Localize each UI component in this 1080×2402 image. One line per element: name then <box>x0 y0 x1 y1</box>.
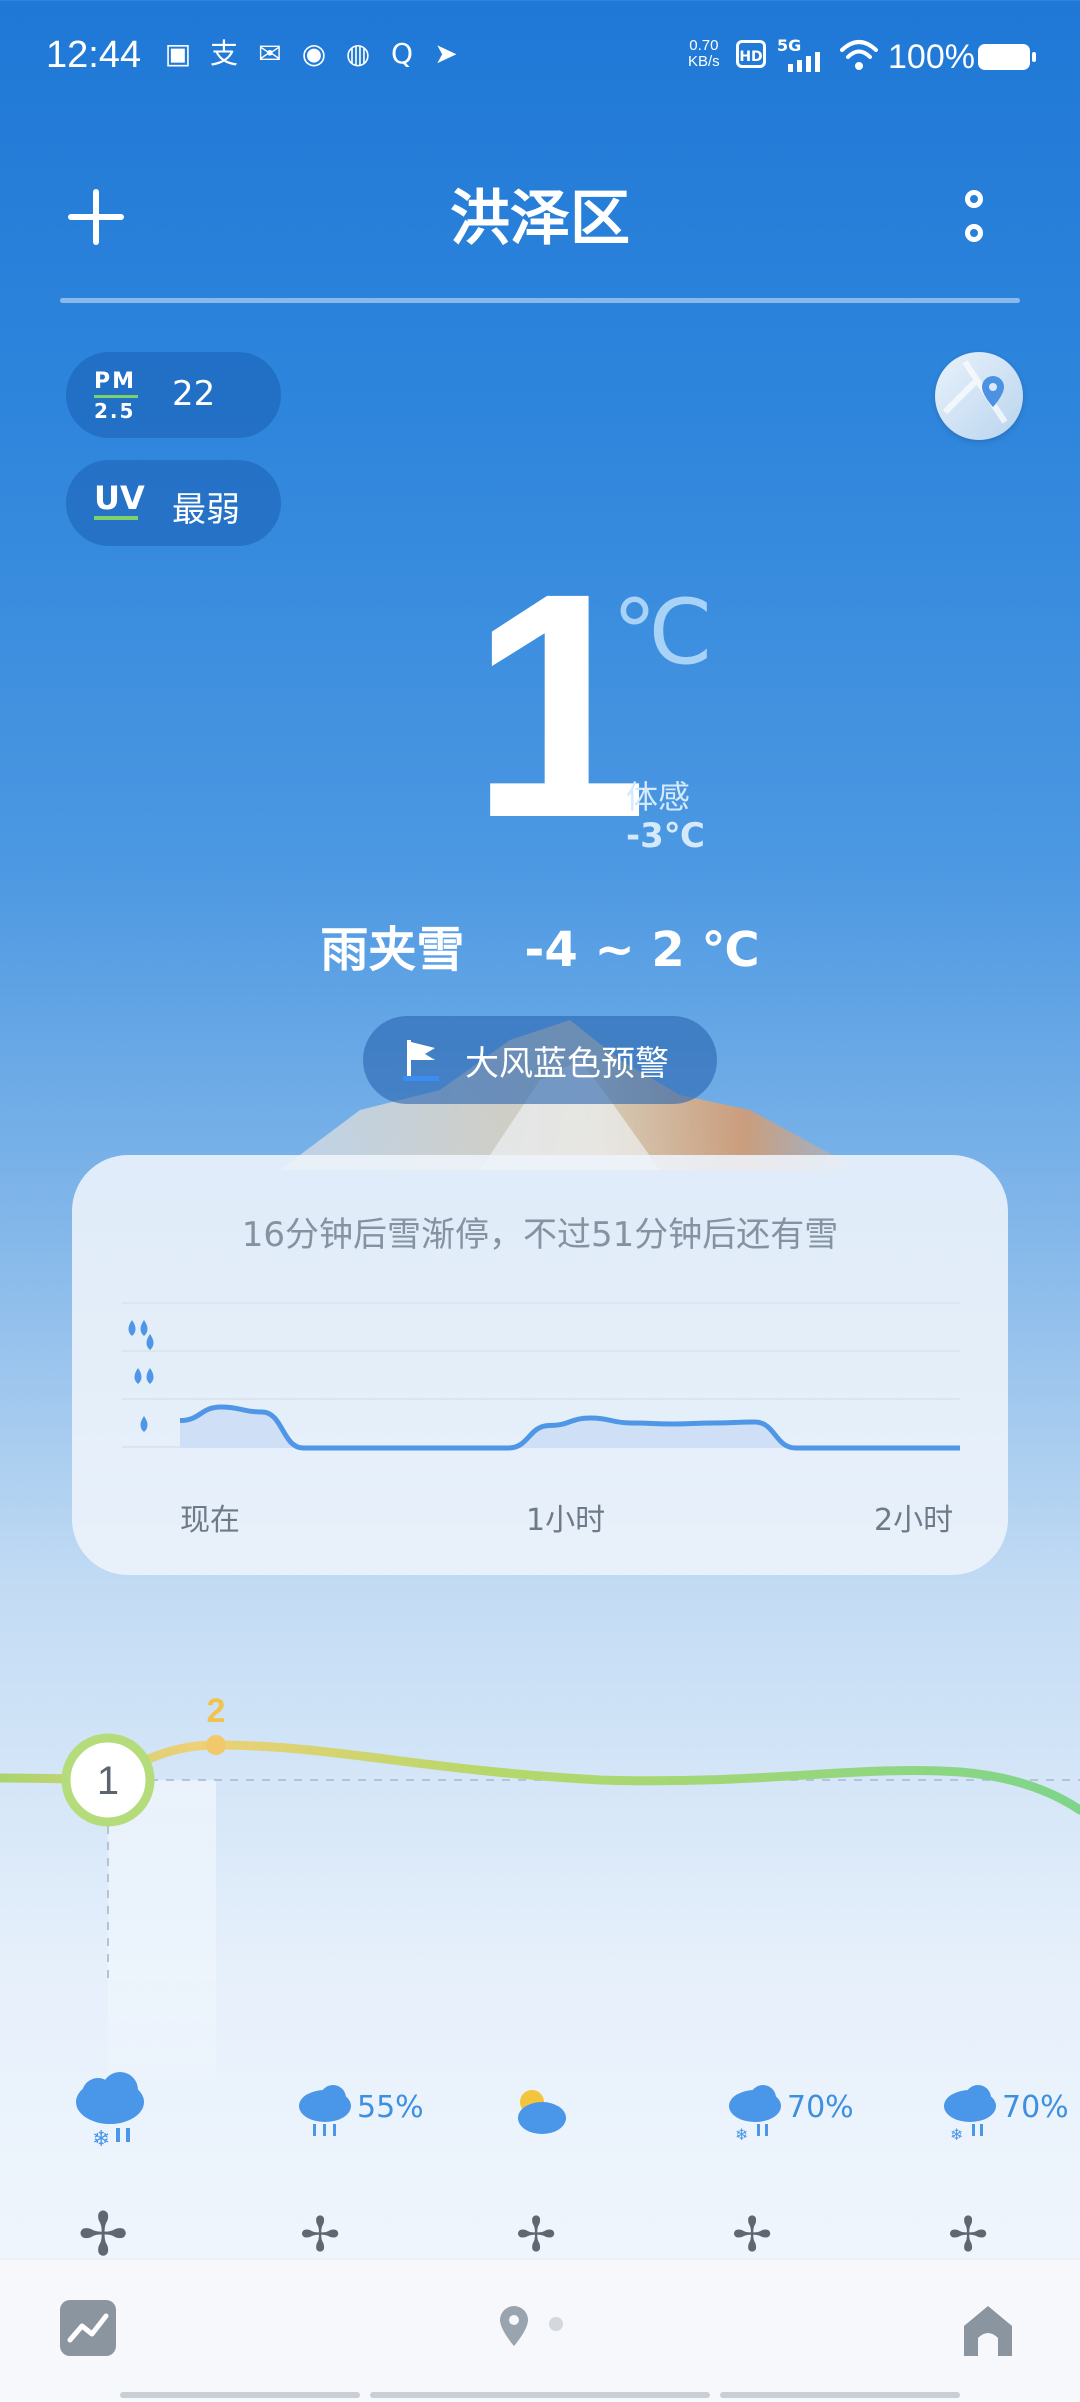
battery-percent: 100% <box>888 38 975 76</box>
header-divider <box>60 298 1020 303</box>
more-menu-button[interactable] <box>950 180 1006 260</box>
home-button[interactable] <box>958 2300 1018 2364</box>
sleet-cloud-icon: ❄ <box>944 2085 996 2142</box>
hour-item-0[interactable]: ❄ <box>70 2070 170 2190</box>
uv-value: 最弱 <box>172 490 240 530</box>
hourly-temp-curve: 2 1 <box>0 1692 1080 2080</box>
qq-icon: Q <box>390 37 414 70</box>
hour-1-precip-pct: 55% <box>357 2090 424 2125</box>
precip-area <box>180 1407 960 1448</box>
high-marker-dot <box>206 1735 226 1755</box>
uv-label-text: UV <box>94 479 145 517</box>
uv-label: UV <box>94 480 145 520</box>
page-indicator[interactable] <box>496 2302 586 2356</box>
pm25-level-bar <box>94 395 138 398</box>
status-bar: 12:44 ▣ 支 ✉ ◉ ◍ Q ➤ 0.70 KB/s HD 5G 100% <box>0 0 1080 110</box>
mail-icon: ✉ <box>258 37 282 70</box>
weibo-icon: ◉ <box>301 37 327 70</box>
svg-text:❄: ❄ <box>92 2127 110 2150</box>
trend-chart-icon <box>67 2313 109 2343</box>
high-marker-label: 2 <box>207 1692 226 1730</box>
precip-heavy-icon <box>128 1320 154 1350</box>
pm25-label: PM 2.5 <box>94 370 138 423</box>
hourly-forecast-row: ❄ 55% ❄ 70% ❄ 70% <box>0 2070 1080 2190</box>
hour-item-1[interactable]: 55% <box>295 2070 455 2190</box>
pm25-label-bottom: 2.5 <box>94 399 136 423</box>
map-pin-icon <box>942 360 1008 424</box>
city-title[interactable]: 洪泽区 <box>240 170 840 257</box>
current-temp-marker-label: 1 <box>97 1759 119 1803</box>
net-speed-unit: KB/s <box>688 53 720 70</box>
add-city-button[interactable] <box>60 180 140 260</box>
svg-text:❄: ❄ <box>950 2125 963 2142</box>
svg-text:❄: ❄ <box>735 2125 748 2142</box>
hd-badge: HD <box>736 40 766 68</box>
precip-axis-2h: 2小时 <box>874 1503 954 1538</box>
uv-chip[interactable]: UV 最弱 <box>66 460 281 546</box>
telegram-icon: ➤ <box>434 37 458 70</box>
precip-axis-1h: 1小时 <box>526 1503 606 1538</box>
net-speed-value: 0.70 <box>689 37 719 54</box>
net-speed: 0.70 KB/s <box>688 38 720 70</box>
more-dot-bottom <box>965 224 983 242</box>
alipay-icon: 支 <box>209 37 238 70</box>
more-dot-top <box>965 190 983 208</box>
temperature-unit: ℃ <box>612 583 714 683</box>
sleet-cloud-icon: ❄ <box>76 2072 144 2152</box>
pm25-chip[interactable]: PM 2.5 22 <box>66 352 281 438</box>
hour-item-2[interactable] <box>510 2070 590 2190</box>
rain-cloud-icon <box>299 2085 351 2136</box>
wifi-icon <box>840 40 878 70</box>
hour-item-3[interactable]: ❄ 70% <box>725 2070 885 2190</box>
clipboard-check-icon: ▣ <box>164 37 192 70</box>
hour-4-precip-pct: 70% <box>1002 2090 1069 2125</box>
warning-flag-icon <box>403 1040 439 1081</box>
condition-text: 雨夹雪 <box>320 922 465 978</box>
hour-item-4[interactable]: ❄ 70% <box>940 2070 1080 2190</box>
precip-moderate-icon <box>134 1368 154 1384</box>
gesture-bar <box>120 2392 960 2398</box>
precipitation-card[interactable]: 16分钟后雪渐停，不过51分钟后还有雪 现在 1小时 2小时 <box>72 1155 1008 1575</box>
location-pin-icon <box>500 2306 563 2346</box>
pm25-value: 22 <box>172 374 216 414</box>
weather-warning-pill[interactable]: 大风蓝色预警 <box>363 1016 717 1104</box>
map-button[interactable] <box>935 352 1023 440</box>
bottom-nav <box>0 2258 1080 2402</box>
temp-range: -4 ~ 2 ℃ <box>524 922 760 978</box>
condition-row: 雨夹雪 -4 ~ 2 ℃ <box>0 910 1080 980</box>
precip-axis-now: 现在 <box>180 1503 240 1538</box>
hour-3-precip-pct: 70% <box>787 2090 854 2125</box>
home-icon <box>964 2306 1012 2356</box>
battery-icon <box>978 44 1036 70</box>
trend-button[interactable] <box>60 2300 116 2356</box>
status-time: 12:44 <box>46 34 142 76</box>
signal-icon <box>788 52 820 72</box>
wechat-icon: ◍ <box>345 37 371 70</box>
warning-text: 大风蓝色预警 <box>465 1044 669 1084</box>
now-column-highlight <box>108 1780 216 2080</box>
feels-like-label: 体感 <box>626 778 691 816</box>
sleet-cloud-icon: ❄ <box>729 2085 781 2142</box>
precip-light-icon <box>140 1416 148 1432</box>
pm25-label-top: PM <box>94 369 137 394</box>
feels-like-value: -3℃ <box>626 816 705 856</box>
partly-cloudy-icon <box>518 2090 566 2134</box>
